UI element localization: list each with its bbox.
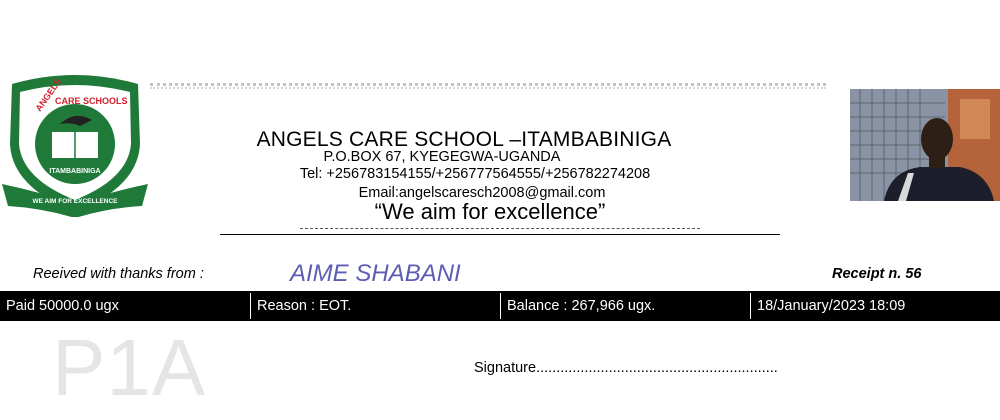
amount-paid: Paid 50000.0 ugx [0,293,249,319]
payer-name: AIME SHABANI [290,260,461,287]
school-motto: “We aim for excellence” [374,199,606,224]
svg-text:WE AIM FOR EXCELLENCE: WE AIM FOR EXCELLENCE [33,198,119,205]
school-pobox: P.O.BOX 67, KYEGEGWA-UGANDA [323,149,561,165]
svg-text:ITAMBABINIGA: ITAMBABINIGA [49,168,100,175]
payment-reason: Reason : EOT. [250,293,500,319]
school-telephone: Tel: +256783154155/+256777564555/+256782… [299,166,651,182]
received-from-label: Reeived with thanks from : [33,266,204,282]
svg-text:CARE SCHOOLS: CARE SCHOOLS [55,96,128,106]
balance: Balance : 267,966 ugx. [500,293,750,319]
class-watermark: P1A [52,323,207,412]
payment-date: 18/January/2023 18:09 [750,293,1000,319]
receipt-number: Receipt n. 56 [832,266,922,282]
motto-underline [300,228,700,229]
school-logo: ITAMBABINIGA ANGELS CARE SCHOOLS WE AIM … [0,72,150,218]
student-photo [850,89,1000,201]
signature-line: Signature...............................… [474,360,778,376]
header-divider [220,234,780,235]
header-dotted-rule [150,83,826,89]
